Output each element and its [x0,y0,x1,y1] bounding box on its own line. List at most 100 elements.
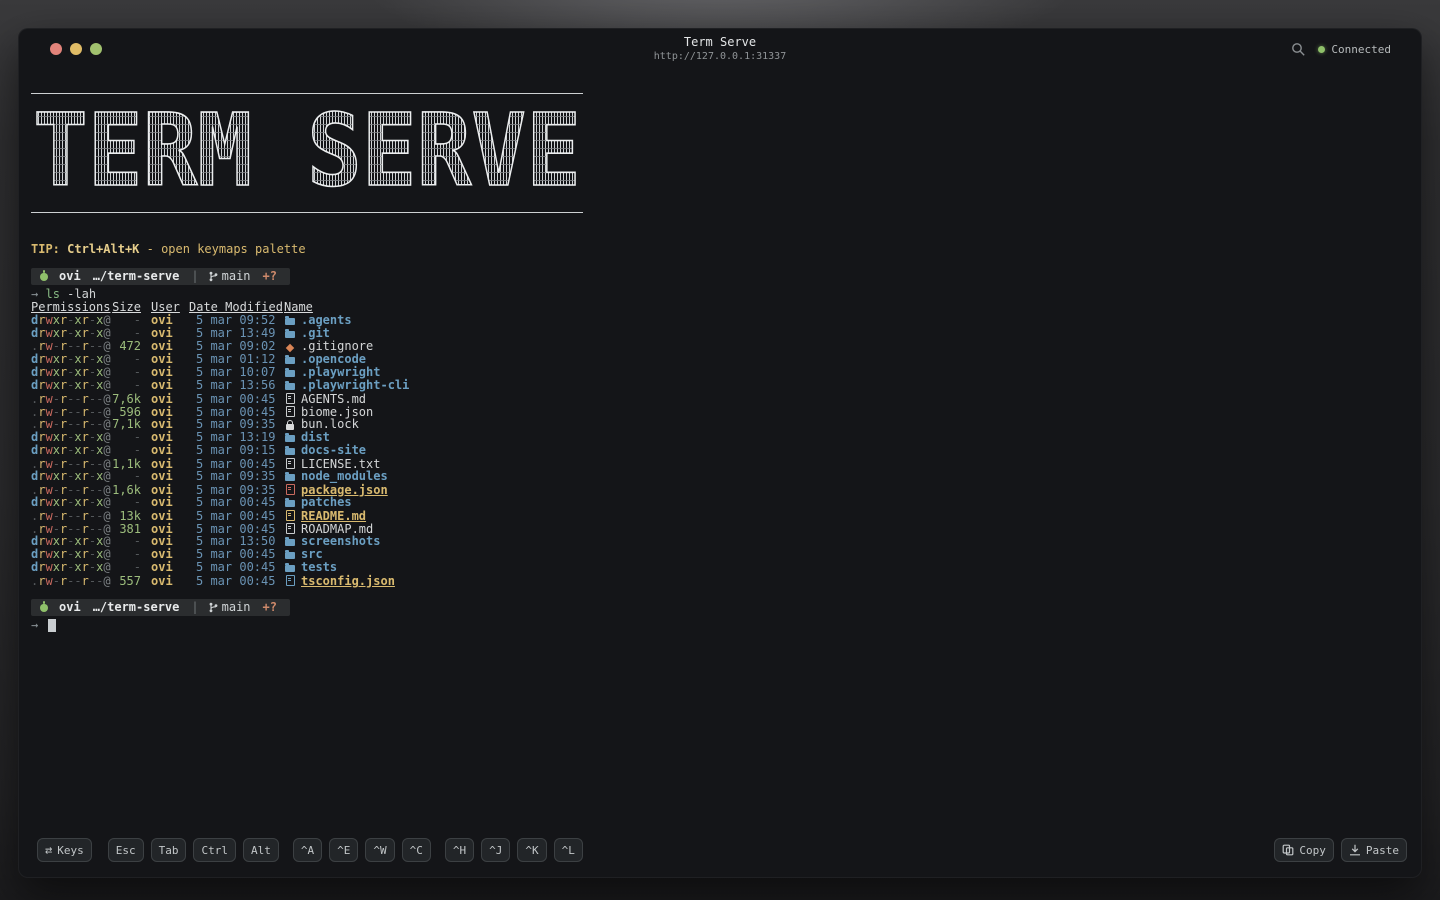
file-icon-cell [284,509,296,521]
file-icon-cell [284,446,296,455]
prompt-user: ovi [59,269,81,283]
desktop-background: Term Serve http://127.0.0.1:31337 Connec… [0,0,1440,900]
window-controls [50,43,102,55]
key-button-ctrl-j[interactable]: ^J [481,838,511,862]
key-button-esc[interactable]: Esc [107,838,144,862]
file-user: ovi [151,560,173,574]
key-button-ctrl-e[interactable]: ^E [329,838,359,862]
file-name: tsconfig.json [301,574,395,588]
shell-prompt: ovi …/term-serve | main +? [31,599,290,616]
file-row: drwxr-xr-x@ - ovi 5 mar 00:45 patches [31,496,1407,509]
file-permissions: drwxr-xr-x@ [31,378,111,392]
folder-icon [285,433,295,442]
file-icon-cell [284,343,296,353]
folder-icon [285,446,295,455]
connection-status-label: Connected [1331,42,1391,56]
key-button-ctrl[interactable]: Ctrl [193,838,236,862]
file-size: - [133,495,141,509]
file-row: .rw-r--r--@ 557 ovi 5 mar 00:45 tsconfig.jso… [31,574,1407,588]
key-button-tab[interactable]: Tab [150,838,187,862]
key-button-alt[interactable]: Alt [242,838,279,862]
keymaps-icon: ⇄ [45,843,53,857]
connection-dot-icon [1318,45,1326,53]
banner-text: TERM SERVE [33,101,581,205]
search-icon[interactable] [1291,42,1306,57]
text-cursor [48,619,57,632]
git-branch: main [209,270,251,283]
file-icon-cell [284,381,296,390]
prompt-separator: | [191,600,199,614]
key-button-ctrl-a[interactable]: ^A [292,838,323,862]
copy-button[interactable]: Copy [1274,838,1334,862]
app-window: Term Serve http://127.0.0.1:31337 Connec… [18,28,1422,878]
paste-button[interactable]: Paste [1340,838,1407,862]
folder-icon [285,316,295,325]
file-date: 5 mar 00:45 [196,560,276,574]
git-branch-icon [209,602,218,613]
titlebar: Term Serve http://127.0.0.1:31337 Connec… [19,29,1421,69]
file-icon-cell [284,472,296,481]
folder-icon [285,472,295,481]
connection-status: Connected [1318,43,1391,56]
file-row: .rw-r--r--@ 7,6k ovi 5 mar 00:45 AGENTS.md [31,392,1407,406]
keys-button[interactable]: ⇄ Keys [37,838,92,862]
tip-text: - open keymaps palette [146,242,306,256]
file-icon-cell [284,483,296,495]
folder-icon [285,381,295,390]
ctrl-keys-group-2: ^H ^J ^K ^L [444,838,583,862]
git-status: +? [262,269,277,283]
keys-button-label: Keys [57,843,84,857]
git-branch-name: main [221,600,251,614]
apple-icon [40,600,48,612]
key-button-ctrl-l[interactable]: ^L [553,838,583,862]
zoom-button[interactable] [90,43,102,55]
tip-line: TIP: Ctrl+Alt+K - open keymaps palette [31,243,1407,256]
file-date: 5 mar 13:56 [196,378,276,392]
file-icon [285,523,295,534]
file-icon-cell [284,355,296,364]
terminal-screen[interactable]: TERM SERVE TIP: Ctrl+Alt+K - open keymap… [19,69,1421,827]
lock-icon [286,420,294,430]
minimize-button[interactable] [70,43,82,55]
folder-icon [285,368,295,377]
git-branch-name: main [221,269,251,283]
paste-icon [1349,844,1361,856]
file-name: node_modules [301,469,388,483]
key-button-ctrl-c[interactable]: ^C [401,838,431,862]
file-size: - [133,560,141,574]
file-icon-cell [284,329,296,338]
key-button-ctrl-w[interactable]: ^W [365,838,395,862]
command-args: -lah [67,287,97,301]
file-icon [285,393,295,404]
folder-icon [285,563,295,572]
file-icon-cell [284,498,296,507]
folder-icon [285,355,295,364]
file-icon-cell [284,368,296,377]
ls-output: Permissions Size User Date Modified Name… [31,301,1407,588]
file-icon [285,458,295,469]
file-name: .playwright-cli [301,378,410,392]
ls-rows: drwxr-xr-x@ - ovi 5 mar 09:52 .agents drwxr-x… [31,314,1407,588]
file-size: - [133,469,141,483]
tip-shortcut: Ctrl+Alt+K [67,242,140,256]
command-name: ls [45,287,60,301]
file-icon [285,406,295,417]
modifier-keys-group: Esc Tab Ctrl Alt [107,838,279,862]
file-row: drwxr-xr-x@ - ovi 5 mar 00:45 tests [31,561,1407,574]
file-size: - [133,443,141,457]
file-icon-cell [284,405,296,417]
key-button-ctrl-h[interactable]: ^H [444,838,475,862]
apple-icon [40,269,48,281]
file-name: docs-site [301,443,367,457]
file-icon-cell [284,522,296,534]
file-icon-cell [284,563,296,572]
copy-button-label: Copy [1299,843,1326,857]
close-button[interactable] [50,43,62,55]
file-row: .rw-r--r--@ 13k ovi 5 mar 00:45 README.md [31,509,1407,523]
prompt-path: …/term-serve [92,600,180,614]
banner-rule-bottom [31,212,583,213]
server-url: http://127.0.0.1:31337 [653,51,787,62]
file-permissions: drwxr-xr-x@ [31,495,111,509]
key-button-ctrl-k[interactable]: ^K [517,838,547,862]
folder-icon [285,329,295,338]
